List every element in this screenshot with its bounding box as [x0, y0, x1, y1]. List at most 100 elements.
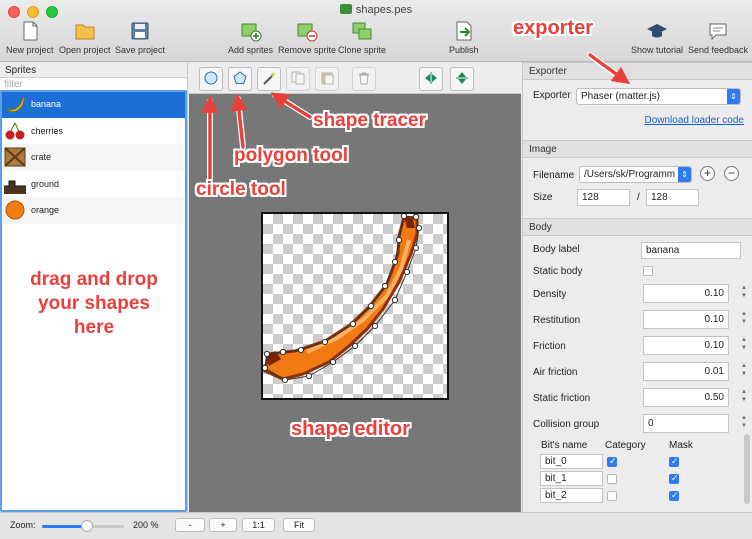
zoom-slider-knob[interactable]: [81, 520, 94, 532]
restitution-field[interactable]: 0.10: [643, 310, 729, 329]
copy-button[interactable]: [286, 67, 310, 91]
air-friction-stepper[interactable]: ▲ ▼: [740, 362, 748, 379]
body-label-label: Body label: [533, 244, 580, 255]
static-friction-stepper[interactable]: ▲ ▼: [740, 388, 748, 405]
bit-name-field[interactable]: bit_2: [540, 488, 603, 503]
new-project-button[interactable]: New project: [6, 20, 54, 55]
clone-sprite-button[interactable]: Clone sprite: [338, 20, 386, 55]
air-friction-label: Air friction: [533, 367, 578, 378]
filename-select[interactable]: /Users/sk/Programm ⇕: [579, 166, 692, 183]
bit-category-checkbox[interactable]: [607, 474, 617, 484]
add-sprites-button[interactable]: Add sprites: [228, 20, 273, 55]
publish-button[interactable]: Publish: [449, 20, 479, 55]
sprite-item-banana[interactable]: banana: [0, 91, 187, 118]
bit-mask-checkbox[interactable]: [669, 490, 679, 501]
height-field[interactable]: 128: [646, 189, 699, 206]
density-field[interactable]: 0.10: [643, 284, 729, 303]
remove-sprite-button[interactable]: Remove sprite: [278, 20, 336, 55]
body-label-row: Body label banana: [523, 236, 752, 260]
titlebar: shapes.pes New project Open project Save…: [0, 0, 752, 62]
bits-mask-header: Mask: [669, 440, 693, 451]
magic-wand-icon: [262, 71, 276, 88]
crate-icon: [3, 146, 27, 168]
restitution-label: Restitution: [533, 315, 581, 326]
circle-tool-annotation: circle tool: [196, 179, 286, 200]
sprite-list: banana cherries crate ground orange: [0, 91, 187, 224]
bit-category-checkbox[interactable]: [607, 456, 617, 467]
collision-group-row: Collision group 0 ▲ ▼: [523, 410, 752, 436]
banana-sprite: [263, 214, 423, 384]
bit-mask-checkbox[interactable]: [669, 473, 679, 484]
circle-tool-button[interactable]: [199, 67, 223, 91]
download-loader-link[interactable]: Download loader code: [644, 115, 744, 126]
air-friction-field[interactable]: 0.01: [643, 362, 729, 381]
collision-group-field[interactable]: 0: [643, 414, 729, 433]
shape-tracer-button[interactable]: [257, 67, 281, 91]
banana-icon: [3, 93, 27, 115]
collision-group-stepper[interactable]: ▲ ▼: [740, 414, 748, 431]
zoom-slider[interactable]: [42, 520, 124, 532]
remove-file-button[interactable]: −: [724, 166, 739, 181]
flip-horizontal-button[interactable]: [419, 67, 443, 91]
body-label-field[interactable]: banana: [641, 242, 741, 259]
zoom-out-button[interactable]: -: [175, 518, 205, 532]
body-section-header: Body: [523, 218, 752, 236]
friction-row: Friction 0.10 ▲ ▼: [523, 332, 752, 358]
density-stepper[interactable]: ▲ ▼: [740, 284, 748, 301]
send-feedback-button[interactable]: Send feedback: [688, 20, 748, 55]
speech-bubble-icon: [707, 20, 729, 42]
show-tutorial-button[interactable]: Show tutorial: [631, 20, 683, 55]
select-arrows-icon: ⇕: [727, 89, 740, 104]
static-body-checkbox[interactable]: [643, 266, 653, 276]
density-row: Density 0.10 ▲ ▼: [523, 280, 752, 306]
width-field[interactable]: 128: [577, 189, 630, 206]
new-document-icon: [19, 20, 41, 42]
exporter-select[interactable]: Phaser (matter.js) ⇕: [576, 88, 741, 105]
open-project-button[interactable]: Open project: [59, 20, 111, 55]
shape-editor-annotation: shape editor: [291, 418, 410, 440]
paste-button[interactable]: [315, 67, 339, 91]
paste-icon: [320, 71, 334, 88]
filter-input[interactable]: filter: [0, 78, 187, 91]
size-label: Size: [533, 192, 553, 203]
friction-stepper[interactable]: ▲ ▼: [740, 336, 748, 353]
density-label: Density: [533, 289, 567, 300]
flip-vertical-icon: [455, 71, 469, 88]
shape-tracer-annotation: shape tracer: [313, 110, 427, 131]
folder-icon: [74, 20, 96, 42]
delete-button[interactable]: [352, 67, 376, 91]
friction-field[interactable]: 0.10: [643, 336, 729, 355]
sprite-item-ground[interactable]: ground: [0, 171, 187, 198]
graduation-cap-icon: [646, 20, 668, 42]
exporter-section-header: Exporter: [523, 62, 752, 80]
polygon-tool-button[interactable]: [228, 67, 252, 91]
document-icon: [339, 4, 352, 14]
flip-vertical-button[interactable]: [450, 67, 474, 91]
zoom-in-button[interactable]: +: [209, 518, 237, 532]
sprite-canvas[interactable]: [261, 212, 449, 400]
restitution-row: Restitution 0.10 ▲ ▼: [523, 306, 752, 332]
add-file-button[interactable]: +: [700, 166, 715, 181]
sprite-item-crate[interactable]: crate: [0, 144, 187, 171]
bit-name-field[interactable]: bit_0: [540, 454, 603, 469]
filename-label: Filename: [533, 170, 575, 181]
zoom-fit-button[interactable]: Fit: [283, 518, 315, 532]
sprite-item-cherries[interactable]: cherries: [0, 118, 187, 145]
zoom-actual-size-button[interactable]: 1:1: [242, 518, 275, 532]
cherries-icon: [3, 120, 27, 142]
sprite-item-orange[interactable]: orange: [0, 197, 187, 224]
static-friction-field[interactable]: 0.50: [643, 388, 729, 407]
image-section-header: Image: [523, 140, 752, 158]
restitution-stepper[interactable]: ▲ ▼: [740, 310, 748, 327]
properties-scrollbar[interactable]: [744, 434, 750, 504]
bit-mask-checkbox[interactable]: [669, 456, 679, 467]
drag-drop-annotation: drag and drop your shapes here: [30, 269, 158, 338]
bit-name-field[interactable]: bit_1: [540, 471, 603, 486]
orange-icon: [3, 199, 27, 221]
bit-category-checkbox[interactable]: [607, 491, 617, 501]
zoom-label: Zoom:: [10, 520, 36, 530]
clone-icon: [351, 20, 373, 42]
save-project-button[interactable]: Save project: [115, 20, 165, 55]
size-row: Size 128 / 128: [523, 188, 752, 212]
friction-label: Friction: [533, 341, 566, 352]
